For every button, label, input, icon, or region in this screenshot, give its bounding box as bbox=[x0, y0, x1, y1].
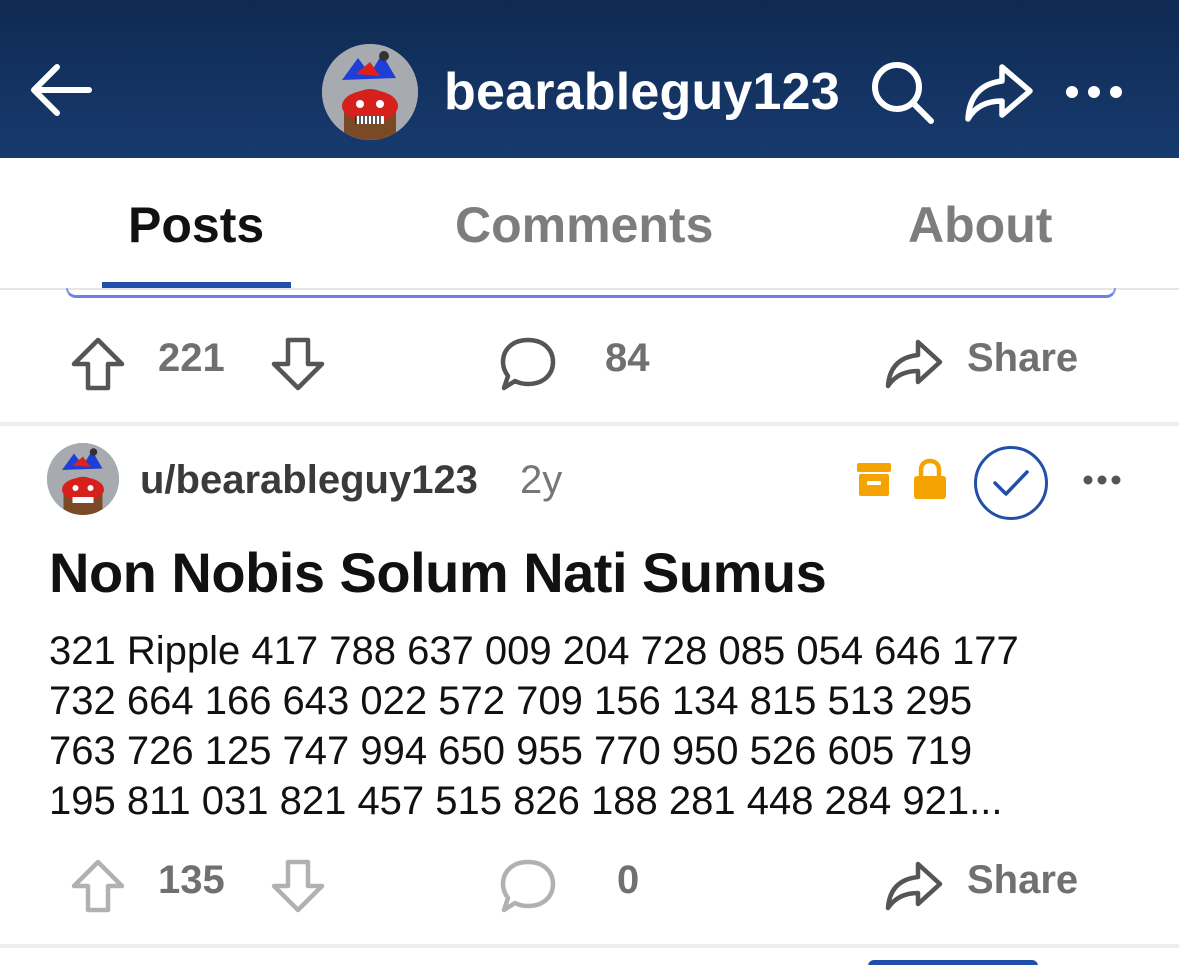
back-arrow-icon bbox=[31, 64, 92, 116]
share-icon bbox=[885, 861, 943, 911]
profile-avatar[interactable] bbox=[322, 44, 418, 140]
tab-comments[interactable]: Comments bbox=[455, 196, 713, 254]
post-title[interactable]: Non Nobis Solum Nati Sumus bbox=[49, 540, 827, 605]
previous-post-media-edge bbox=[66, 288, 1116, 298]
comments-button[interactable] bbox=[498, 856, 558, 916]
profile-username-title: bearableguy123 bbox=[444, 63, 840, 121]
more-icon bbox=[1066, 86, 1122, 98]
post-author-name[interactable]: u/bearableguy123 bbox=[140, 458, 478, 503]
downvote-icon bbox=[271, 859, 325, 913]
post-body-line: 195 811 031 821 457 515 826 188 281 448 … bbox=[49, 779, 1003, 823]
post-body-line: 763 726 125 747 994 650 955 770 950 526 … bbox=[49, 729, 973, 773]
share-post-button[interactable] bbox=[884, 856, 944, 916]
profile-tabs: Posts Comments About bbox=[0, 158, 1179, 290]
downvote-button[interactable] bbox=[268, 856, 328, 916]
comment-bubble-icon bbox=[500, 859, 556, 913]
approve-check-icon bbox=[993, 470, 1029, 496]
downvote-icon bbox=[271, 337, 325, 391]
share-post-button[interactable] bbox=[884, 334, 944, 394]
post-more-button[interactable] bbox=[1076, 458, 1128, 502]
downvote-button[interactable] bbox=[268, 334, 328, 394]
post-age: 2y bbox=[520, 458, 563, 502]
post-body[interactable]: 321 Ripple 417 788 637 009 204 728 085 0… bbox=[49, 626, 1139, 826]
approve-button[interactable] bbox=[974, 446, 1048, 520]
post-body-line: 732 664 166 643 022 572 709 156 134 815 … bbox=[49, 679, 973, 723]
share-icon bbox=[885, 339, 943, 389]
post-author-avatar[interactable] bbox=[47, 443, 119, 515]
lock-icon bbox=[910, 456, 950, 502]
search-icon bbox=[872, 62, 934, 124]
upvote-count: 221 bbox=[158, 336, 225, 380]
more-options-button[interactable] bbox=[1058, 56, 1130, 128]
post-divider bbox=[0, 944, 1179, 948]
back-button[interactable] bbox=[22, 52, 98, 128]
upvote-button[interactable] bbox=[68, 856, 128, 916]
upvote-icon bbox=[71, 337, 125, 391]
upvote-icon bbox=[71, 859, 125, 913]
search-button[interactable] bbox=[866, 56, 938, 128]
comments-button[interactable] bbox=[498, 334, 558, 394]
share-label[interactable]: Share bbox=[967, 858, 1078, 903]
share-icon bbox=[965, 64, 1033, 122]
tab-posts[interactable]: Posts bbox=[128, 196, 264, 254]
tab-about[interactable]: About bbox=[908, 196, 1052, 254]
share-profile-button[interactable] bbox=[962, 56, 1034, 128]
previous-post-actions: 221 84 Share bbox=[0, 324, 1179, 404]
share-label[interactable]: Share bbox=[967, 336, 1078, 381]
post-divider bbox=[0, 422, 1179, 426]
comment-count: 84 bbox=[605, 336, 650, 380]
profile-header: bearableguy123 bbox=[0, 0, 1179, 158]
post-actions: 135 0 Share bbox=[0, 846, 1179, 926]
archive-icon bbox=[854, 456, 894, 502]
comment-count: 0 bbox=[617, 858, 640, 902]
more-icon bbox=[1083, 475, 1121, 485]
post-body-line: 321 Ripple 417 788 637 009 204 728 085 0… bbox=[49, 629, 1019, 673]
upvote-button[interactable] bbox=[68, 334, 128, 394]
upvote-count: 135 bbox=[158, 858, 225, 902]
comment-bubble-icon bbox=[500, 337, 556, 391]
next-post-edge bbox=[868, 960, 1038, 965]
